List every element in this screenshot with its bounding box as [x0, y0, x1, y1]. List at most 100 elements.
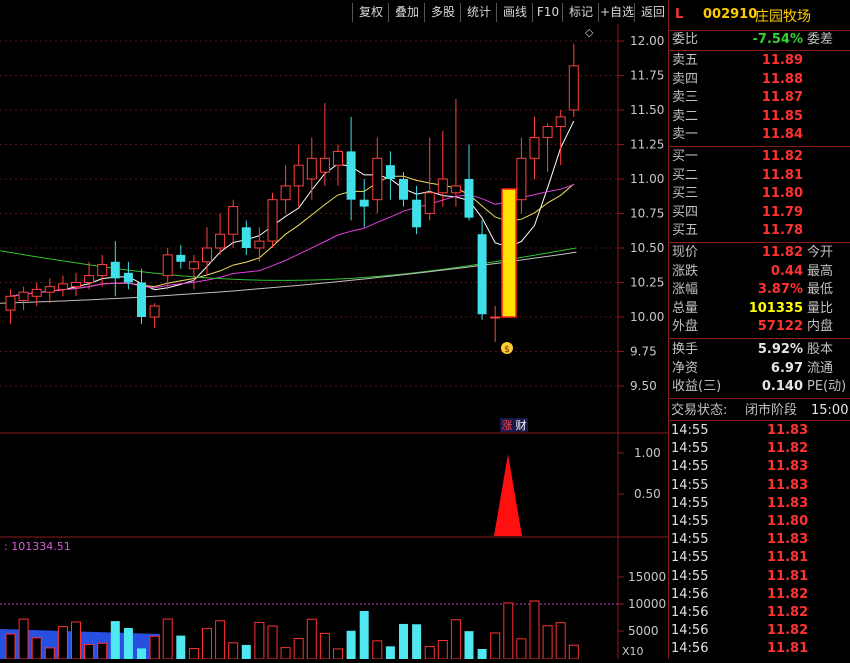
stock-header: L 002910 庄园牧场 [669, 0, 850, 31]
volume-bar [372, 640, 383, 660]
stat-row[interactable]: 涨跌 0.44 最高 [669, 263, 850, 281]
toolbar-button-6[interactable]: 标记 [562, 3, 599, 22]
trade-status-time: 15:00: [811, 403, 850, 418]
candle-body [306, 157, 317, 180]
bid-row[interactable]: 买一 11.82 [669, 148, 850, 166]
tick-row[interactable]: 14:55 11.82 [669, 440, 850, 458]
tick-row[interactable]: 14:55 11.81 [669, 568, 850, 586]
toolbar-button-2[interactable]: 多股 [424, 3, 461, 22]
bid-row[interactable]: 买三 11.80 [669, 185, 850, 203]
toolbar-button-5[interactable]: F10 [532, 3, 563, 22]
tick-row[interactable]: 14:55 11.81 [669, 549, 850, 567]
toolbar-button-3[interactable]: 统计 [460, 3, 497, 22]
volume-tick-label: 5000 [628, 624, 659, 638]
volume-bar [293, 637, 304, 660]
fund-row[interactable]: 换手 5.92% 股本 [669, 341, 850, 359]
volume-bar [137, 648, 146, 659]
tick-row[interactable]: 14:56 11.82 [669, 604, 850, 622]
stat-row[interactable]: 现价 11.82 今开 [669, 244, 850, 262]
tick-row[interactable]: 14:56 11.81 [669, 640, 850, 658]
tick-row[interactable]: 14:55 11.83 [669, 495, 850, 513]
price-tick-label: 11.25 [630, 138, 664, 152]
bid-row[interactable]: 买二 11.81 [669, 167, 850, 185]
tick-row[interactable]: 14:55 11.83 [669, 477, 850, 495]
toolbar-button-4[interactable]: 画线 [496, 3, 533, 22]
candle-body [149, 305, 160, 318]
candle-body [97, 264, 108, 277]
order-diff-label: 委差 [807, 32, 834, 47]
bid-row[interactable]: 买五 11.78 [669, 222, 850, 240]
toolbar-button-1[interactable]: 叠加 [388, 3, 425, 22]
toolbar-button-7[interactable]: +自选 [598, 3, 635, 22]
candle-body [555, 116, 566, 128]
candle-body [202, 247, 212, 263]
order-ratio-value: -7.54% [752, 32, 804, 47]
volume-bar [424, 646, 435, 660]
tick-time: 14:56 [671, 641, 709, 657]
volume-bar [450, 619, 461, 660]
order-ratio-label: 委比 [672, 32, 699, 47]
volume-bar [267, 625, 278, 660]
candle-body [319, 157, 330, 173]
stat-row-label: 涨幅 [672, 282, 699, 297]
ask-row[interactable]: 卖五 11.89 [669, 52, 850, 70]
candle-body [516, 157, 527, 201]
price-tick-label: 9.50 [630, 379, 657, 393]
candle-body [110, 261, 120, 279]
ma-line-10 [10, 175, 575, 297]
volume-bar [110, 621, 120, 659]
ask-row[interactable]: 卖四 11.88 [669, 71, 850, 89]
tick-row[interactable]: 14:56 11.82 [669, 622, 850, 640]
volume-bar [188, 648, 199, 660]
ask-row[interactable]: 卖一 11.84 [669, 126, 850, 144]
ask-row[interactable]: 卖三 11.87 [669, 89, 850, 107]
toolbar-button-0[interactable]: 复权 [352, 3, 389, 22]
ask-row-label: 卖二 [672, 108, 699, 124]
tick-row[interactable]: 14:55 11.83 [669, 458, 850, 476]
chart-toolbar: 复权 叠加 多股 统计 画线 F10 标记 +自选 返回 [0, 0, 668, 24]
signal-tag[interactable]: 涨 财 [500, 418, 528, 432]
bid-row-label: 买二 [672, 167, 699, 183]
bid-row[interactable]: 买四 11.79 [669, 204, 850, 222]
tick-row[interactable]: 14:55 11.83 [669, 422, 850, 440]
ask-row-value: 11.88 [761, 71, 803, 87]
chart-panel[interactable]: 12.00 11.75 11.50 11.25 11.00 10.75 10.50 10.25… [0, 24, 668, 660]
candle-body [372, 157, 383, 201]
ask-row-value: 11.85 [761, 108, 803, 124]
candle-body [477, 234, 487, 315]
tick-row[interactable]: 14:55 11.83 [669, 531, 850, 549]
stat-row-label: 现价 [672, 245, 699, 260]
tick-row[interactable]: 14:56 11.82 [669, 586, 850, 604]
volume-bar [333, 648, 343, 660]
tick-time: 14:55 [671, 568, 709, 584]
candle-body [568, 65, 579, 111]
tick-time: 14:55 [671, 495, 709, 511]
tick-row[interactable]: 14:55 11.80 [669, 513, 850, 531]
volume-bar [412, 624, 422, 659]
kline-chart[interactable]: 12.00 11.75 11.50 11.25 11.00 10.75 10.50 10.25… [0, 24, 668, 660]
ask-row[interactable]: 卖二 11.85 [669, 108, 850, 126]
ask-row-value: 11.87 [761, 90, 803, 105]
tick-time: 14:56 [671, 586, 709, 602]
tick-time: 14:56 [671, 623, 709, 639]
diamond-icon[interactable]: ◇ [585, 26, 593, 39]
stat-row[interactable]: 涨幅 3.87% 最低 [669, 281, 850, 299]
stat-row[interactable]: 总量 101335 量比 [669, 300, 850, 318]
fund-row[interactable]: 收益(三) 0.140 PE(动) [669, 378, 850, 396]
fund-row[interactable]: 净资 6.97 流通 [669, 360, 850, 378]
ask-row-value: 11.84 [761, 127, 803, 142]
candle-body [412, 199, 422, 228]
order-ratio-row: 委比 -7.54% 委差 [669, 31, 850, 49]
stat-row-label2: 最高 [807, 263, 834, 279]
toolbar-button-8[interactable]: 返回 [634, 3, 671, 22]
volume-bar [176, 635, 186, 659]
candle-body [162, 254, 173, 277]
stat-row[interactable]: 外盘 57122 内盘 [669, 318, 850, 336]
candle-body [31, 288, 42, 297]
fund-row-label2: 流通 [807, 360, 834, 376]
signal-tick-label: 0.50 [634, 487, 661, 501]
candle-body [529, 137, 540, 159]
money-bag-icon[interactable]: $ [501, 342, 513, 355]
volume-tick-label: 15000 [628, 570, 666, 584]
volume-bar [31, 637, 42, 660]
